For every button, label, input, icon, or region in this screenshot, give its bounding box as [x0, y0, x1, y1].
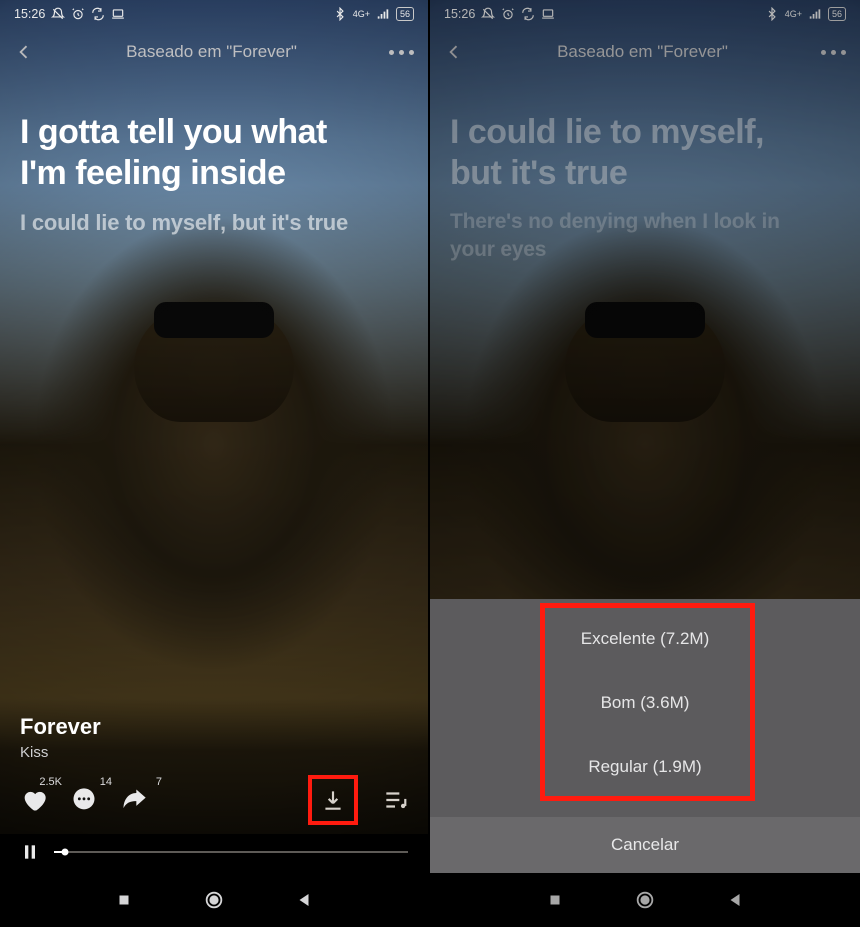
back-icon[interactable] [14, 42, 34, 62]
nav-recent-icon[interactable] [115, 891, 133, 909]
bluetooth-icon [333, 7, 347, 21]
comment-button[interactable]: 14 [70, 786, 98, 814]
song-title[interactable]: Forever [20, 714, 408, 740]
lyrics-view[interactable]: I gotta tell you what I'm feeling inside… [0, 72, 400, 237]
title-bar: Baseado em "Forever" [0, 28, 428, 72]
laptop-icon [111, 7, 125, 21]
like-count: 2.5K [39, 776, 62, 788]
comment-count: 14 [100, 776, 112, 788]
song-artist[interactable]: Kiss [20, 744, 408, 761]
progress-bar[interactable] [54, 851, 408, 853]
cancel-button[interactable]: Cancelar [430, 817, 860, 873]
lyric-current: I gotta tell you what I'm feeling inside [20, 112, 380, 194]
like-button[interactable]: 2.5K [20, 786, 48, 814]
nav-home-icon[interactable] [203, 889, 225, 911]
system-nav [0, 873, 428, 927]
quality-sheet: Excelente (7.2M) Bom (3.6M) Regular (1.9… [430, 599, 860, 873]
dnd-icon [51, 7, 65, 21]
queue-icon[interactable] [382, 787, 408, 813]
highlight-download [308, 775, 358, 825]
heart-icon [20, 786, 48, 814]
battery-indicator: 56 [396, 7, 414, 21]
network-type: 4G+ [353, 9, 370, 19]
signal-icon [376, 7, 390, 21]
download-icon[interactable] [320, 787, 346, 813]
nav-back-icon[interactable] [295, 891, 313, 909]
pause-icon[interactable] [20, 841, 40, 863]
quality-option-good[interactable]: Bom (3.6M) [430, 671, 860, 735]
comment-icon [70, 786, 98, 814]
lyric-next: I could lie to myself, but it's true [20, 208, 380, 238]
share-icon [120, 786, 148, 814]
screenshot-right: 15:26 4G+ 56 Baseado em "Forever" I coul… [430, 0, 860, 927]
quality-option-regular[interactable]: Regular (1.9M) [430, 735, 860, 799]
status-bar: 15:26 4G+ 56 [0, 0, 428, 28]
player-panel: Forever Kiss 2.5K 14 7 [0, 698, 428, 873]
more-icon[interactable] [389, 50, 414, 55]
progress-row [20, 841, 408, 863]
status-time: 15:26 [14, 7, 45, 21]
alarm-icon [71, 7, 85, 21]
share-button[interactable]: 7 [120, 786, 148, 814]
page-title: Baseado em "Forever" [126, 42, 297, 62]
quality-option-excellent[interactable]: Excelente (7.2M) [430, 607, 860, 671]
share-count: 7 [156, 776, 162, 788]
sync-icon [91, 7, 105, 21]
screenshot-left: 15:26 4G+ 56 Baseado em "Forever" I gott… [0, 0, 430, 927]
